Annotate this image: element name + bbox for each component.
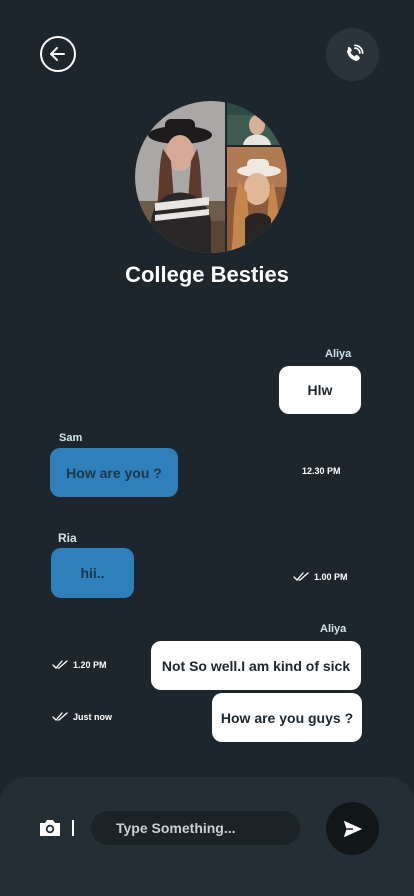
call-button[interactable]: [326, 28, 379, 81]
group-avatar[interactable]: [135, 101, 287, 253]
message-sender: Ria: [58, 531, 77, 545]
back-arrow-icon: [50, 47, 65, 61]
message-bubble[interactable]: Hlw: [279, 366, 361, 414]
double-check-icon: [52, 660, 68, 669]
send-button[interactable]: [326, 802, 379, 855]
composer-divider: [72, 820, 74, 836]
message-bubble[interactable]: How are you guys ?: [212, 693, 362, 742]
back-button[interactable]: [40, 36, 76, 72]
message-bubble[interactable]: How are you ?: [50, 448, 178, 497]
phone-call-icon: [346, 44, 363, 61]
message-time-text: Just now: [73, 712, 113, 722]
group-title: College Besties: [125, 262, 289, 287]
double-check-icon: [293, 572, 309, 581]
double-check-icon: [52, 712, 68, 721]
message-time-text: 12.30 PM: [302, 466, 341, 476]
message-time: Just now: [52, 712, 112, 722]
message-time: 1.00 PM: [293, 572, 348, 582]
message-bubble[interactable]: hii..: [51, 548, 134, 598]
message-sender: Sam: [59, 432, 83, 444]
message-input-container: [91, 810, 300, 846]
message-sender: Aliya: [320, 623, 347, 635]
message-time-text: 1.00 PM: [314, 572, 348, 582]
camera-icon: [40, 820, 60, 836]
message-time: 1.20 PM: [52, 660, 107, 670]
message-input[interactable]: [91, 810, 300, 846]
group-photo-collage: [135, 101, 287, 253]
message-time: 12.30 PM: [302, 466, 341, 476]
message-bubble[interactable]: Not So well.I am kind of sick: [151, 641, 361, 690]
camera-button[interactable]: [38, 818, 62, 838]
message-sender: Aliya: [325, 348, 352, 360]
send-icon: [343, 820, 362, 837]
message-time-text: 1.20 PM: [73, 660, 107, 670]
